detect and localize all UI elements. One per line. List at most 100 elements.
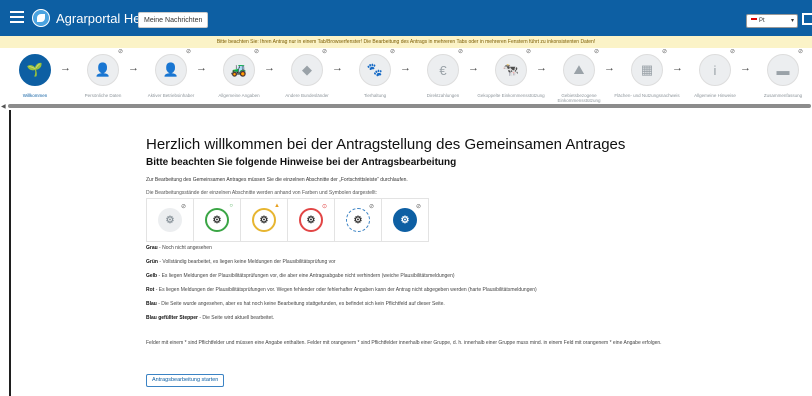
status-example-filled: ⚙ ⊘ bbox=[381, 198, 429, 242]
step-folder[interactable]: ▬ Zusammenfassung bbox=[748, 54, 812, 98]
cow-icon: 🐄 bbox=[495, 54, 527, 86]
legend-item: Blau - Die Seite wurde angesehen, aber e… bbox=[146, 301, 445, 307]
language-value: Pt bbox=[759, 18, 765, 24]
error-icon: ⊙ bbox=[321, 204, 327, 210]
legend-term: Grau bbox=[146, 245, 158, 251]
euro-icon: € bbox=[427, 54, 459, 86]
eye-off-icon: ⊘ bbox=[594, 49, 600, 55]
step-label: Direktzahlungen bbox=[426, 93, 460, 98]
eye-off-icon: ⊘ bbox=[118, 49, 124, 55]
legend-term: Grün bbox=[146, 259, 158, 265]
step-cow[interactable]: 🐄 Gekoppelte Einkommensstützung bbox=[476, 54, 546, 98]
flag-icon bbox=[751, 18, 757, 23]
step-label: Willkommen bbox=[22, 93, 48, 98]
step-label: Gekoppelte Einkommensstützung bbox=[477, 93, 545, 98]
legend-text: - Die Seite wurde angesehen, aber es hat… bbox=[156, 301, 445, 307]
info-icon: i bbox=[699, 54, 731, 86]
notice-banner: Bitte beachten Sie: Ihren Antrag nur in … bbox=[0, 36, 812, 48]
legend-item: Gelb - Es liegen Meldungen der Plausibil… bbox=[146, 273, 455, 279]
start-application-button[interactable]: Antragsbearbeitung starten bbox=[146, 374, 225, 387]
step-sprout[interactable]: 🌱 Willkommen bbox=[0, 54, 70, 98]
eye-off-icon: ⊘ bbox=[662, 49, 668, 55]
scroll-left-arrow-icon[interactable]: ◀ bbox=[1, 103, 6, 110]
step-label: Allgemeine Hinweise bbox=[694, 93, 736, 98]
chevron-down-icon: ▾ bbox=[790, 18, 794, 24]
legend-term: Blau gefüllter Stepper bbox=[146, 315, 198, 321]
person-icon: 👤 bbox=[155, 54, 187, 86]
tractor-icon: 🚜 bbox=[223, 54, 255, 86]
eye-off-icon: ⊘ bbox=[458, 49, 464, 55]
step-person-card[interactable]: 👤 Persönliche Daten bbox=[68, 54, 138, 98]
legend-text: - Vollständig bearbeitet, es liegen kein… bbox=[157, 259, 336, 265]
required-fields-note: Felder mit einem * sind Pflichtfelder un… bbox=[146, 340, 662, 346]
eye-off-icon: ⊘ bbox=[730, 49, 736, 55]
sprout-icon: 🌱 bbox=[19, 54, 51, 86]
tractor-grey-icon: ⚙ bbox=[158, 208, 182, 232]
status-icons-row: ⚙ ⊘ ⚙ ○ ⚙ ▲ ⚙ ⊙ ⚙ ⊘ ⚙ ⊘ bbox=[146, 198, 429, 242]
page-title: Herzlich willkommen bei der Antragstellu… bbox=[146, 136, 626, 153]
messages-button[interactable]: Meine Nachrichten bbox=[138, 12, 209, 28]
warning-icon: ▲ bbox=[274, 203, 280, 209]
tractor-yellow-icon: ⚙ bbox=[252, 208, 276, 232]
eye-off-icon: ⊘ bbox=[526, 49, 532, 55]
legend-text: - Die Seite wird aktuell bearbeitet. bbox=[197, 315, 275, 321]
step-map[interactable]: ◆ Andere Bundesländer bbox=[272, 54, 342, 98]
step-label: Aktiver Betriebsinhaber bbox=[147, 93, 195, 98]
status-example-yellow: ⚙ ▲ bbox=[240, 198, 288, 242]
legend-text: - Noch nicht angesehen bbox=[157, 245, 212, 251]
check-icon: ○ bbox=[229, 203, 233, 209]
status-example-green: ⚙ ○ bbox=[193, 198, 241, 242]
folder-icon: ▬ bbox=[767, 54, 799, 86]
intro-text: Zur Bearbeitung des Gemeinsamen Antrages… bbox=[146, 177, 408, 183]
person-card-icon: 👤 bbox=[87, 54, 119, 86]
tractor-green-icon: ⚙ bbox=[205, 208, 229, 232]
step-person[interactable]: 👤 Aktiver Betriebsinhaber bbox=[136, 54, 206, 98]
legend-term: Gelb bbox=[146, 273, 158, 279]
hiker-icon: ⛰ bbox=[563, 54, 595, 86]
intro-text-2: Die Bearbeitungsstände der einzelnen Abs… bbox=[146, 190, 377, 196]
eye-off-icon: ⊘ bbox=[798, 49, 804, 55]
eye-off-icon: ⊘ bbox=[322, 49, 328, 55]
legend-text: - Es liegen Meldungen der Plausibilitäts… bbox=[154, 287, 537, 293]
legend-item: Grün - Vollständig bearbeitet, es liegen… bbox=[146, 259, 336, 265]
top-bar: Agrarportal Hessen Meine Nachrichten Pt ▾ bbox=[0, 0, 812, 36]
page-subtitle: Bitte beachten Sie folgende Hinweise bei… bbox=[146, 157, 457, 168]
legend-term: Blau bbox=[146, 301, 157, 307]
step-label: Zusammenfassung bbox=[763, 93, 803, 98]
leaf-logo-icon bbox=[32, 9, 50, 27]
step-label: Flächen- und Nutzungsnachweis bbox=[614, 93, 680, 98]
welcome-header: Herzlich willkommen bei der Antragstellu… bbox=[146, 136, 786, 168]
legend-item: Blau gefüllter Stepper - Die Seite wird … bbox=[146, 315, 274, 321]
paw-icon: 🐾 bbox=[359, 54, 391, 86]
legend-item: Grau - Noch nicht angesehen bbox=[146, 245, 212, 251]
step-label: Andere Bundesländer bbox=[285, 93, 329, 98]
step-label: Tierhaltung bbox=[363, 93, 387, 98]
eye-off-icon: ⊘ bbox=[390, 49, 396, 55]
status-example-grey: ⚙ ⊘ bbox=[146, 198, 194, 242]
eye-off-icon: ⊘ bbox=[186, 49, 192, 55]
step-paw[interactable]: 🐾 Tierhaltung bbox=[340, 54, 410, 98]
step-info[interactable]: i Allgemeine Hinweise bbox=[680, 54, 750, 98]
step-euro[interactable]: € Direktzahlungen bbox=[408, 54, 478, 98]
progress-stepper: 🌱 Willkommen → 👤 Persönliche Daten ⊘ → 👤 Aktiver… bbox=[0, 48, 812, 106]
eye-off-icon: ⊘ bbox=[254, 49, 260, 55]
tractor-blue-icon: ⚙ bbox=[346, 208, 370, 232]
fields-icon: ▦ bbox=[631, 54, 663, 86]
eye-off-icon: ⊘ bbox=[180, 204, 186, 210]
horizontal-scrollbar[interactable] bbox=[8, 104, 811, 108]
language-select[interactable]: Pt ▾ bbox=[746, 14, 798, 28]
eye-off-icon: ⊘ bbox=[415, 204, 421, 210]
status-example-blue: ⚙ ⊘ bbox=[334, 198, 382, 242]
step-tractor[interactable]: 🚜 Allgemeine Angaben bbox=[204, 54, 274, 98]
map-icon: ◆ bbox=[291, 54, 323, 86]
legend-item: Rot - Es liegen Meldungen der Plausibili… bbox=[146, 287, 537, 293]
book-icon[interactable] bbox=[802, 13, 812, 25]
status-example-red: ⚙ ⊙ bbox=[287, 198, 335, 242]
eye-off-icon: ⊘ bbox=[368, 204, 374, 210]
legend-text: - Es liegen Meldungen der Plausibilitäts… bbox=[157, 273, 455, 279]
hamburger-icon[interactable] bbox=[10, 11, 24, 23]
step-label: Persönliche Daten bbox=[84, 93, 122, 98]
step-fields[interactable]: ▦ Flächen- und Nutzungsnachweis bbox=[612, 54, 682, 98]
step-label: Allgemeine Angaben bbox=[218, 93, 260, 98]
tractor-filled-icon: ⚙ bbox=[393, 208, 417, 232]
